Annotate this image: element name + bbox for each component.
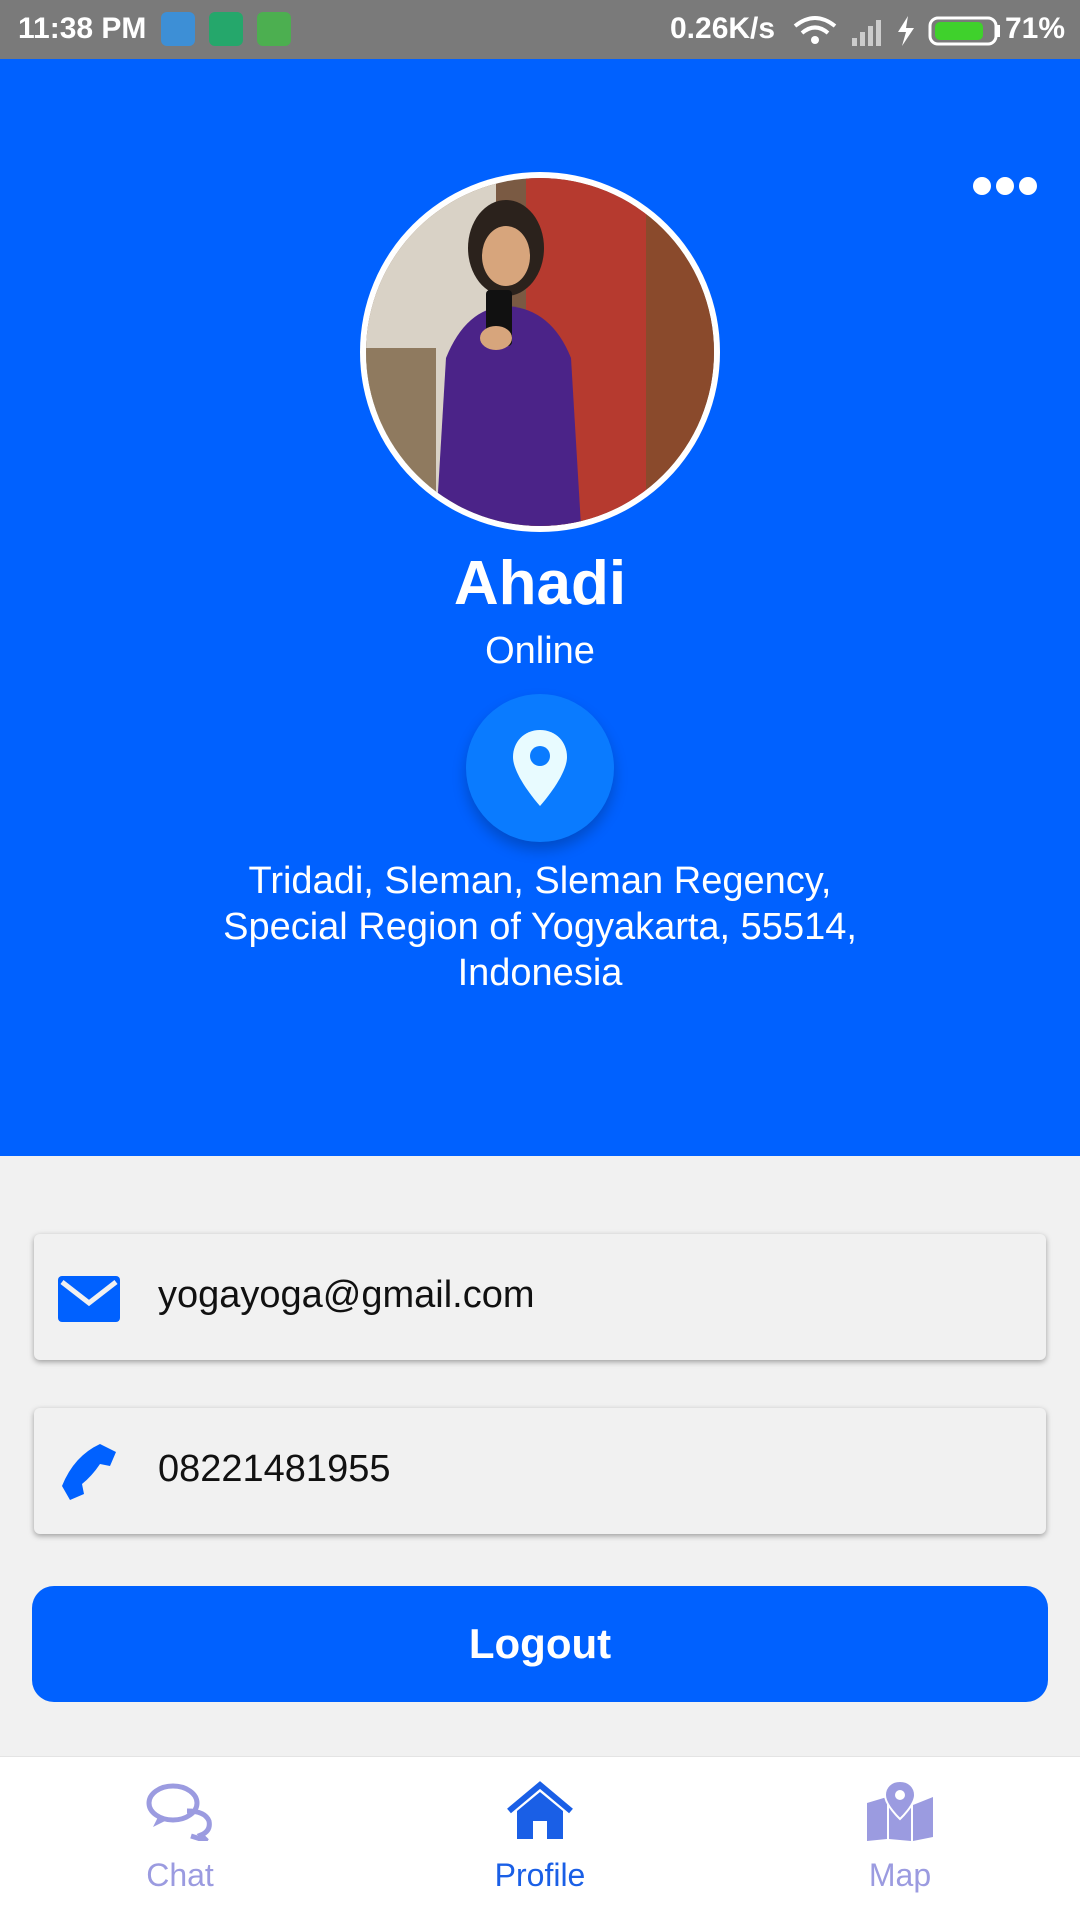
envelope-icon: [58, 1276, 120, 1322]
online-status: Online: [485, 630, 595, 672]
profile-photo: [366, 178, 714, 526]
chat-icon: [146, 1783, 212, 1841]
more-options-icon[interactable]: [970, 174, 1040, 198]
nav-label-chat: Chat: [146, 1857, 214, 1893]
nav-label-profile: Profile: [494, 1857, 586, 1893]
profile-name: Ahadi: [453, 549, 627, 618]
battery-percent: 71%: [1005, 12, 1066, 45]
phone-card[interactable]: 08221481955: [34, 1408, 1046, 1534]
email-card[interactable]: yogayoga@gmail.com: [34, 1234, 1046, 1360]
map-icon: [867, 1781, 933, 1841]
usb-icon: [161, 12, 195, 46]
status-time: 11:38 PM: [18, 12, 147, 45]
email-value: yogayoga@gmail.com: [158, 1274, 535, 1316]
location-button[interactable]: [466, 694, 614, 842]
status-bar: 11:38 PM 0.26K/s 71%: [0, 0, 1080, 59]
nav-label-map: Map: [868, 1857, 932, 1893]
nav-item-map[interactable]: Map: [720, 1757, 1080, 1921]
location-pin-icon: [513, 730, 567, 806]
bottom-navigation: Chat Profile Map: [0, 1756, 1080, 1921]
logout-button[interactable]: Logout: [32, 1586, 1048, 1702]
home-icon: [507, 1781, 573, 1839]
avatar[interactable]: [360, 172, 720, 532]
shield-app-icon: [209, 12, 243, 46]
address-text: Tridadi, Sleman, Sleman Regency, Special…: [223, 860, 857, 994]
phone-icon: [62, 1444, 116, 1500]
phone-value: 08221481955: [158, 1448, 391, 1490]
android-app-icon: [257, 12, 291, 46]
network-speed: 0.26K/s: [670, 12, 776, 45]
nav-item-profile[interactable]: Profile: [360, 1757, 720, 1921]
nav-item-chat[interactable]: Chat: [0, 1757, 360, 1921]
